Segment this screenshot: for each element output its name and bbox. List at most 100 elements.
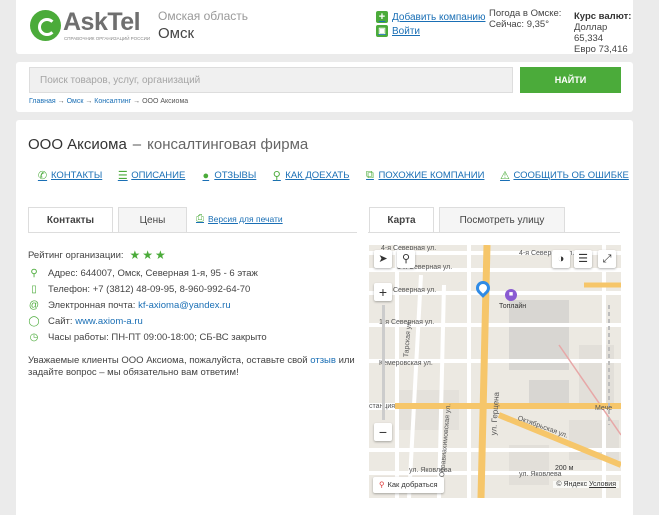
- weather-title: Погода в Омске:: [489, 8, 562, 19]
- breadcrumb-home[interactable]: Главная: [29, 98, 56, 105]
- copyright-text: © Яндекс: [556, 481, 588, 488]
- phone-icon: ✆: [37, 170, 48, 182]
- map-pin-icon: ⚲: [379, 480, 385, 489]
- zoom-out-button[interactable]: −: [374, 423, 392, 441]
- company-card: ООО Аксиома – консалтинговая фирма ✆ КОНТАК…: [16, 120, 633, 515]
- print-version-link[interactable]: ⎙ Версия для печати: [196, 213, 283, 224]
- add-company-link[interactable]: + Добавить компанию: [376, 11, 485, 23]
- site-link[interactable]: www.axiom-a.ru: [75, 316, 143, 327]
- breadcrumb-separator: →: [85, 98, 93, 105]
- login-link[interactable]: ▣ Войти: [376, 25, 420, 37]
- asktel-logo[interactable]: AskTel СПРАВОЧНИК ОРГАНИЗАЦИЙ РОССИИ: [30, 8, 150, 44]
- search-icon[interactable]: ⚲: [397, 250, 415, 268]
- company-nav: ✆ КОНТАКТЫ ☰ ОПИСАНИЕ ● ОТЗЫВЫ ⚲ КАК ДОЕХАТЬ…: [37, 169, 644, 182]
- currency-rates: Курс валют: Доллар 65,334 Евро 73,416: [574, 11, 633, 55]
- fullscreen-icon[interactable]: ⤢: [598, 250, 616, 268]
- route-button[interactable]: ⚲ Как добраться: [373, 477, 444, 493]
- phone-text: Телефон: +7 (3812) 48-09-95, 8-960-992-6…: [48, 283, 251, 295]
- route-label: Как добраться: [387, 480, 438, 489]
- search-button[interactable]: НАЙТИ: [520, 67, 621, 93]
- address-row: ⚲ Адрес: 644007, Омск, Северная 1-я, 95 …: [28, 265, 358, 281]
- site-header: AskTel СПРАВОЧНИК ОРГАНИЗАЦИЙ РОССИИ Омс…: [16, 0, 633, 55]
- weather-now: Сейчас: 9,35°: [489, 19, 550, 30]
- city-label[interactable]: Омск: [158, 25, 194, 42]
- email-link[interactable]: kf-axioma@yandex.ru: [138, 300, 231, 311]
- rates-title: Курс валют:: [574, 11, 632, 22]
- nav-directions-label: КАК ДОЕХАТЬ: [285, 170, 350, 181]
- hours-row: ◷ Часы работы: ПН-ПТ 09:00-18:00; СБ-ВС …: [28, 329, 358, 345]
- region-label[interactable]: Омская область: [158, 9, 248, 23]
- copy-icon: ⧉: [366, 169, 374, 181]
- zoom-slider[interactable]: [382, 305, 385, 420]
- site-label: Сайт:: [48, 315, 73, 327]
- rating-label: Рейтинг организации:: [28, 249, 124, 261]
- breadcrumb-city[interactable]: Омск: [67, 98, 84, 105]
- weather-widget: Погода в Омске: Сейчас: 9,35°: [489, 8, 561, 30]
- printer-icon: ⎙: [196, 213, 204, 224]
- clock-icon: ◷: [29, 331, 39, 343]
- phone-row: ▯ Телефон: +7 (3812) 48-09-95, 8-960-992…: [28, 281, 358, 297]
- add-company-label: Добавить компанию: [392, 11, 486, 23]
- tab-contacts[interactable]: Контакты: [28, 207, 113, 233]
- site-row: ◯ Сайт: www.axiom-a.ru: [28, 313, 358, 329]
- star-icon: ★: [129, 248, 141, 262]
- email-row: @ Электронная почта: kf-axioma@yandex.ru: [28, 297, 358, 313]
- poi-name: Топлайн: [499, 303, 527, 310]
- zoom-in-button[interactable]: +: [374, 283, 392, 301]
- logo-subtitle: СПРАВОЧНИК ОРГАНИЗАЦИЙ РОССИИ: [64, 36, 151, 41]
- page-title: ООО Аксиома – консалтинговая фирма: [28, 136, 308, 153]
- nav-description[interactable]: ☰ ОПИСАНИЕ: [117, 169, 186, 182]
- map-pin-icon: ⚲: [272, 170, 281, 182]
- street-label: Кемеровская ул.: [379, 360, 433, 367]
- tabs-divider: [28, 232, 357, 233]
- review-notice: Уважаемые клиенты ООО Аксиома, пожалуйст…: [28, 355, 358, 379]
- globe-icon: ◯: [28, 315, 40, 327]
- street-label: ул. Яковлева: [519, 471, 562, 478]
- company-name: ООО Аксиома: [28, 136, 127, 153]
- layers-icon[interactable]: ☰: [574, 250, 592, 268]
- tab-prices[interactable]: Цены: [118, 207, 187, 233]
- email-label: Электронная почта:: [48, 299, 136, 311]
- nav-similar-label: ПОХОЖИЕ КОМПАНИИ: [378, 170, 485, 181]
- map-canvas: [369, 245, 621, 498]
- nav-reviews-label: ОТЗЫВЫ: [214, 170, 257, 181]
- shop-icon[interactable]: ■: [505, 289, 517, 301]
- nav-report-label: СООБЩИТЬ ОБ ОШИБКЕ: [513, 170, 629, 181]
- nav-contacts-label: КОНТАКТЫ: [51, 170, 103, 181]
- tab-street-view[interactable]: Посмотреть улицу: [439, 207, 565, 233]
- map-copyright: © Яндекс Условия: [553, 481, 619, 488]
- lock-icon: ▣: [376, 25, 388, 37]
- breadcrumb-category[interactable]: Консалтинг: [94, 98, 131, 105]
- terms-link[interactable]: Условия: [589, 481, 616, 488]
- breadcrumb-current: ООО Аксиома: [142, 98, 189, 105]
- nav-reviews[interactable]: ● ОТЗЫВЫ: [200, 169, 256, 182]
- map-tabs-divider: [368, 232, 620, 233]
- company-type: консалтинговая фирма: [147, 136, 309, 153]
- review-link[interactable]: отзыв: [310, 355, 336, 366]
- search-panel: НАЙТИ Главная → Омск → Консалтинг → ООО …: [16, 62, 633, 112]
- traffic-icon[interactable]: ◑: [552, 250, 570, 268]
- plus-icon: +: [376, 11, 388, 23]
- eur-rate: Евро 73,416: [574, 44, 628, 55]
- yandex-map[interactable]: 4-я Северная ул. 4-я Северная ул. 3-я Се…: [369, 245, 621, 498]
- print-label: Версия для печати: [208, 213, 283, 224]
- mobile-icon: ▯: [31, 283, 37, 295]
- logo-text: AskTel: [63, 8, 141, 36]
- nav-report-error[interactable]: ⚠ СООБЩИТЬ ОБ ОШИБКЕ: [499, 169, 629, 182]
- breadcrumb: Главная → Омск → Консалтинг → ООО Аксиом…: [29, 98, 188, 105]
- rating-row: Рейтинг организации: ★ ★ ★: [28, 248, 358, 262]
- search-input[interactable]: [29, 67, 513, 93]
- tab-map[interactable]: Карта: [369, 207, 434, 233]
- comment-icon: ●: [202, 169, 210, 182]
- address-text: Адрес: 644007, Омск, Северная 1-я, 95 - …: [48, 267, 258, 279]
- warning-icon: ⚠: [500, 170, 510, 182]
- title-dash: –: [132, 136, 142, 153]
- nav-directions[interactable]: ⚲ КАК ДОЕХАТЬ: [271, 169, 350, 182]
- geolocation-icon[interactable]: ➤: [374, 250, 392, 268]
- star-icon: ★: [142, 248, 154, 262]
- nav-similar[interactable]: ⧉ ПОХОЖИЕ КОМПАНИИ: [364, 169, 484, 182]
- nav-contacts[interactable]: ✆ КОНТАКТЫ: [37, 169, 102, 182]
- street-label: ул. Яковлева: [409, 467, 452, 474]
- star-icon: ★: [155, 248, 166, 262]
- hours-text: Часы работы: ПН-ПТ 09:00-18:00; СБ-ВС за…: [48, 331, 267, 343]
